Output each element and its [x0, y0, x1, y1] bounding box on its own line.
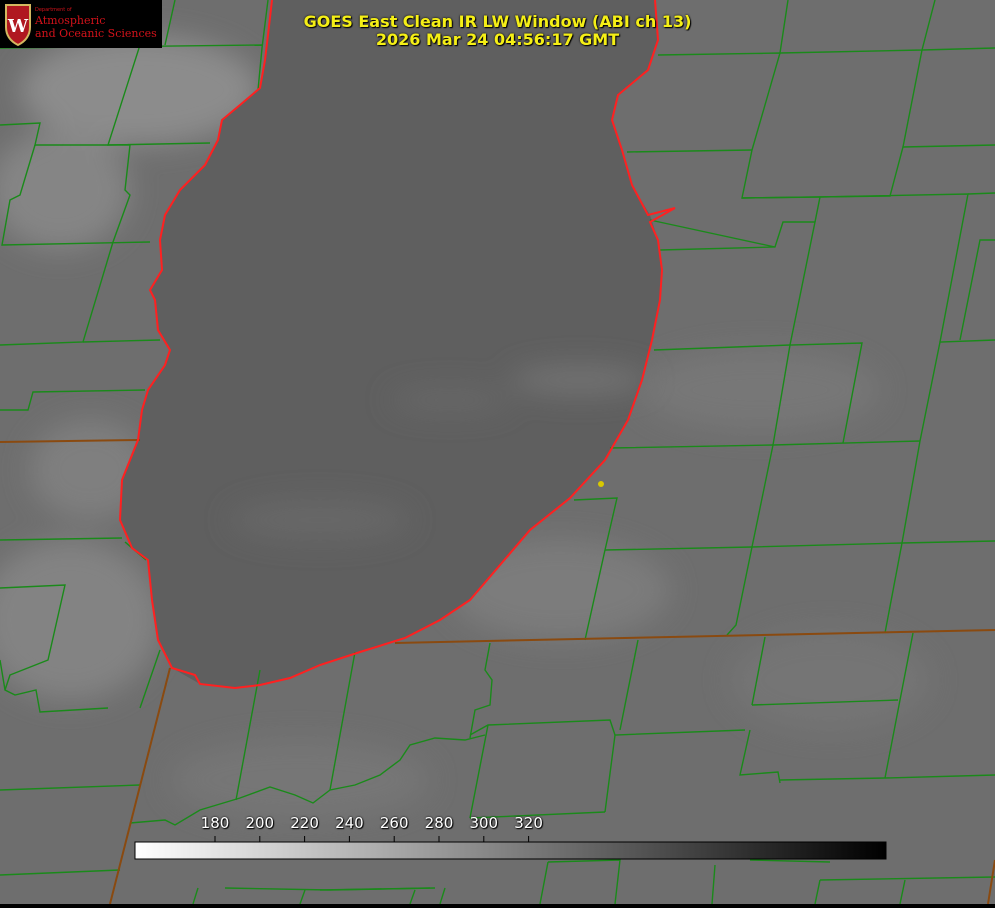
- map-title: GOES East Clean IR LW Window (ABI ch 13): [303, 12, 692, 31]
- location-marker: [598, 481, 604, 487]
- colorbar: [134, 841, 887, 860]
- colorbar-tick-label: 280: [424, 814, 454, 832]
- colorbar-tick-label: 260: [379, 814, 409, 832]
- colorbar-tick-label: 200: [245, 814, 275, 832]
- map-canvas: [0, 0, 995, 905]
- colorbar-tick-label: 180: [200, 814, 230, 832]
- colorbar-tick-label: 240: [335, 814, 364, 832]
- colorbar-tick-label: 320: [514, 814, 543, 832]
- satellite-map: W Department of Atmospheric and Oceanic …: [0, 0, 995, 905]
- map-timestamp: 2026 Mar 24 04:56:17 GMT: [375, 30, 620, 49]
- colorbar-tick-label: 220: [290, 814, 319, 832]
- colorbar-tick-label: 300: [469, 814, 499, 832]
